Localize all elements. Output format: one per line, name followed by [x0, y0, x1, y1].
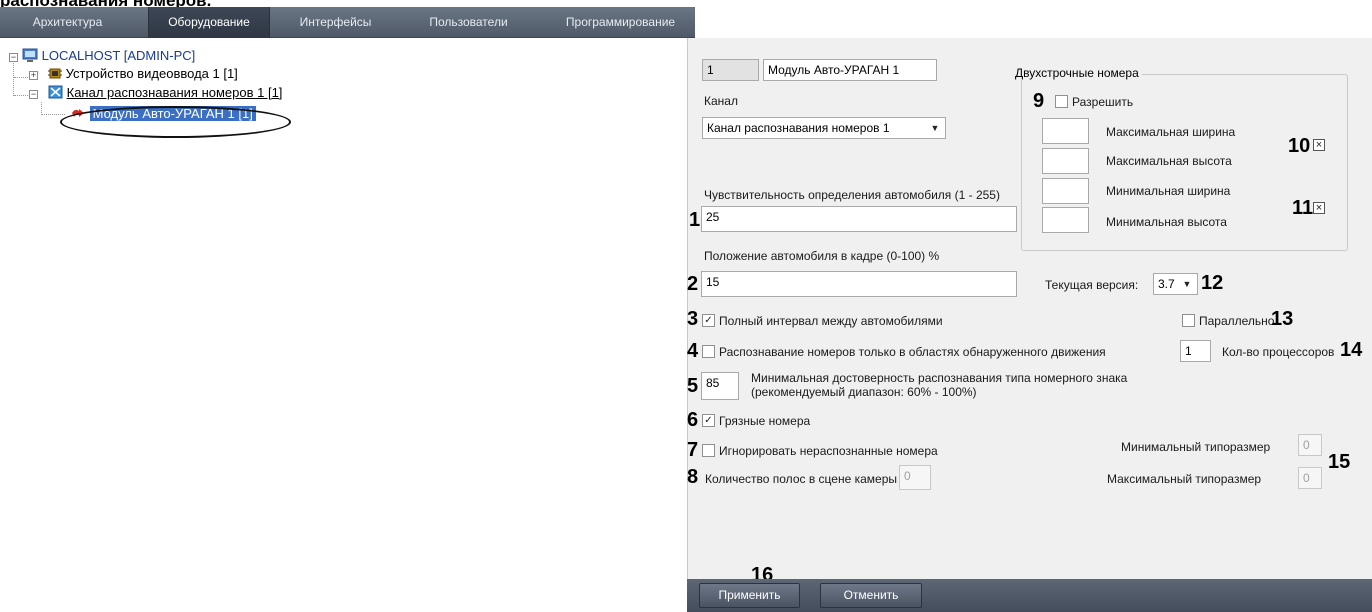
- tab-architecture[interactable]: Архитектура: [10, 7, 125, 38]
- callout-1: 1: [689, 209, 701, 231]
- full-interval-label: Полный интервал между автомобилями: [719, 314, 943, 328]
- tab-interfaces[interactable]: Интерфейсы: [283, 7, 388, 38]
- sensitivity-input[interactable]: 25: [701, 206, 1017, 232]
- callout-15: 15: [1328, 451, 1351, 473]
- collapse-icon[interactable]: −: [29, 90, 38, 99]
- motion-only-checkbox[interactable]: [702, 345, 715, 358]
- position-input[interactable]: 15: [701, 271, 1017, 297]
- max-height-label: Максимальная высота: [1106, 154, 1232, 168]
- max-width-input[interactable]: [1042, 118, 1089, 144]
- object-id-field[interactable]: 1: [702, 59, 759, 81]
- callout-5: 5: [687, 375, 699, 397]
- min-height-label: Минимальная высота: [1106, 215, 1227, 229]
- ignore-unrecognized-label: Игнорировать нераспознанные номера: [719, 444, 938, 458]
- allow-two-line-checkbox[interactable]: [1055, 95, 1068, 108]
- tab-users[interactable]: Пользователи: [411, 7, 526, 38]
- ignore-unrecognized-checkbox[interactable]: [702, 444, 715, 457]
- callout-6: 6: [687, 409, 699, 431]
- version-select[interactable]: 3.7 ▼: [1153, 273, 1198, 295]
- tree-item-video-device[interactable]: Устройство видеоввода 1 [1]: [48, 65, 238, 83]
- dirty-plates-label: Грязные номера: [719, 414, 811, 428]
- tree-connector: [41, 114, 65, 115]
- min-confidence-input[interactable]: 85: [701, 372, 739, 400]
- cpu-count-label: Кол-во процессоров: [1222, 345, 1335, 359]
- callout-8: 8: [687, 466, 699, 488]
- version-label: Текущая версия:: [1045, 278, 1139, 292]
- min-confidence-label: Минимальная достоверность распознавания …: [751, 371, 1127, 399]
- min-height-input[interactable]: [1042, 207, 1089, 233]
- channel-icon: [48, 85, 63, 104]
- position-label: Положение автомобиля в кадре (0-100) %: [704, 249, 940, 263]
- callout-7: 7: [687, 439, 699, 461]
- close-icon[interactable]: ×: [1313, 139, 1325, 151]
- main-tab-bar: Архитектура Оборудование Интерфейсы Поль…: [0, 7, 695, 38]
- max-size-input[interactable]: 0: [1298, 467, 1322, 489]
- settings-panel: 1 Модуль Авто-УРАГАН 1 Канал Канал распо…: [687, 38, 1372, 612]
- max-width-label: Максимальная ширина: [1106, 125, 1236, 139]
- tree-item-recognition-channel[interactable]: Канал распознавания номеров 1 [1]: [48, 84, 282, 102]
- min-size-input[interactable]: 0: [1298, 434, 1322, 456]
- tree-label: LOCALHOST [ADMIN-PC]: [41, 48, 196, 63]
- parallel-label: Параллельно: [1199, 314, 1275, 328]
- cancel-button[interactable]: Отменить: [820, 583, 922, 608]
- lanes-label: Количество полос в сцене камеры: [705, 472, 897, 486]
- callout-9: 9: [1033, 90, 1045, 112]
- callout-13: 13: [1271, 308, 1294, 330]
- min-confidence-label-line2: (рекомендуемый диапазон: 60% - 100%): [751, 385, 977, 399]
- channel-label: Канал: [704, 94, 738, 108]
- callout-11: 11: [1292, 197, 1314, 219]
- expand-icon[interactable]: +: [29, 71, 38, 80]
- two-line-plates-title: Двухстрочные номера: [1012, 66, 1142, 80]
- chip-icon: [48, 67, 62, 85]
- callout-12: 12: [1201, 272, 1224, 294]
- apply-button[interactable]: Применить: [699, 583, 800, 608]
- lanes-input[interactable]: 0: [899, 465, 931, 490]
- tree-label: Канал распознавания номеров 1 [1]: [66, 85, 283, 100]
- callout-3: 3: [687, 308, 699, 330]
- parallel-checkbox[interactable]: [1182, 314, 1195, 327]
- max-size-label: Максимальный типоразмер: [1107, 472, 1262, 486]
- close-icon[interactable]: ×: [1313, 202, 1325, 214]
- allow-two-line-label: Разрешить: [1072, 95, 1134, 109]
- tree-label: Устройство видеоввода 1 [1]: [65, 66, 238, 81]
- channel-select[interactable]: Канал распознавания номеров 1 ▼: [702, 117, 946, 139]
- highlight-ellipse: [60, 106, 291, 138]
- footer-bar: Применить Отменить: [687, 579, 1372, 612]
- version-select-value: 3.7: [1158, 277, 1175, 291]
- min-width-input[interactable]: [1042, 178, 1089, 204]
- cpu-count-input[interactable]: 1: [1180, 340, 1211, 362]
- callout-10: 10: [1288, 135, 1311, 157]
- callout-14: 14: [1340, 339, 1363, 361]
- dirty-plates-checkbox[interactable]: ✓: [702, 414, 715, 427]
- tab-equipment[interactable]: Оборудование: [148, 7, 270, 38]
- callout-4: 4: [687, 340, 699, 362]
- max-height-input[interactable]: [1042, 148, 1089, 174]
- object-name-field[interactable]: Модуль Авто-УРАГАН 1: [763, 59, 937, 81]
- chevron-down-icon: ▼: [930, 123, 940, 133]
- chevron-down-icon: ▼: [1182, 279, 1192, 289]
- motion-only-label: Распознавание номеров только в областях …: [719, 345, 1106, 359]
- sensitivity-label: Чувствительность определения автомобиля …: [704, 188, 1000, 202]
- tree-item-localhost[interactable]: LOCALHOST [ADMIN-PC]: [22, 47, 195, 65]
- hardware-tree: − LOCALHOST [ADMIN-PC] + Устройство виде…: [0, 38, 687, 612]
- tab-programming[interactable]: Программирование: [553, 7, 688, 38]
- channel-select-value: Канал распознавания номеров 1: [707, 121, 890, 135]
- min-size-label: Минимальный типоразмер: [1121, 440, 1271, 454]
- collapse-icon[interactable]: −: [9, 53, 18, 62]
- min-confidence-label-line1: Минимальная достоверность распознавания …: [751, 371, 1128, 385]
- full-interval-checkbox[interactable]: ✓: [702, 314, 715, 327]
- callout-2: 2: [687, 273, 699, 295]
- min-width-label: Минимальная ширина: [1106, 184, 1231, 198]
- computer-icon: [22, 48, 38, 68]
